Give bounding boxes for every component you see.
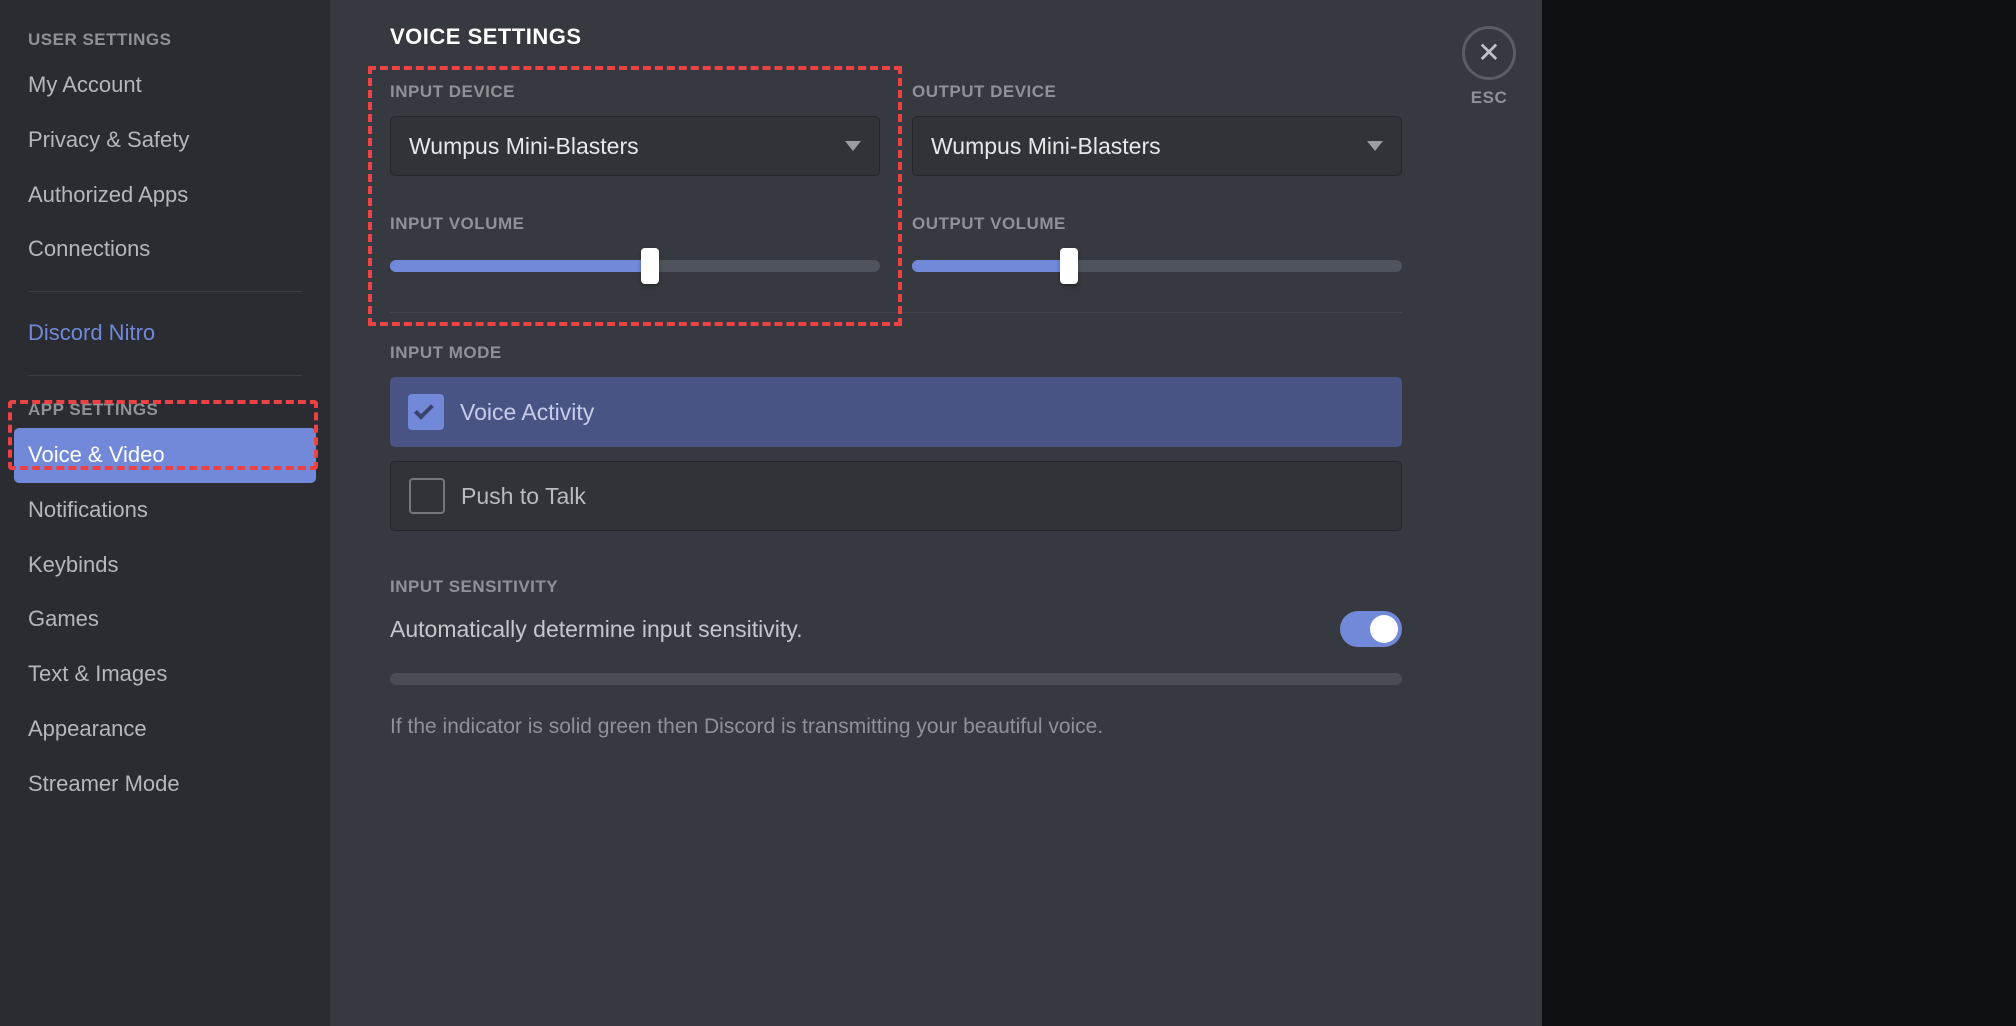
input-mode-voice-activity[interactable]: Voice Activity [390,377,1402,447]
sidebar-item-notifications[interactable]: Notifications [14,483,316,538]
checkbox-checked-icon [408,394,444,430]
input-mode-label: INPUT MODE [390,343,1402,363]
sidebar-item-my-account[interactable]: My Account [14,58,316,113]
sidebar-separator [28,375,302,376]
output-device-value: Wumpus Mini-Blasters [931,133,1161,160]
input-device-select[interactable]: Wumpus Mini-Blasters [390,116,880,176]
sidebar-heading-app: APP SETTINGS [14,390,316,428]
settings-content: VOICE SETTINGS INPUT DEVICE Wumpus Mini-… [330,0,1542,1026]
sidebar-item-privacy-safety[interactable]: Privacy & Safety [14,113,316,168]
page-title: VOICE SETTINGS [390,24,1402,50]
sidebar-item-streamer-mode[interactable]: Streamer Mode [14,757,316,812]
sensitivity-hint: If the indicator is solid green then Dis… [390,715,1402,739]
sidebar-item-keybinds[interactable]: Keybinds [14,538,316,593]
auto-sensitivity-desc: Automatically determine input sensitivit… [390,616,802,643]
auto-sensitivity-toggle[interactable] [1340,611,1402,647]
sidebar-item-authorized-apps[interactable]: Authorized Apps [14,168,316,223]
close-icon: ✕ [1477,39,1500,67]
input-device-label: INPUT DEVICE [390,82,880,102]
input-volume-label: INPUT VOLUME [390,214,880,234]
chevron-down-icon [845,141,861,151]
sidebar-item-connections[interactable]: Connections [14,222,316,277]
sidebar-separator [28,291,302,292]
output-volume-label: OUTPUT VOLUME [912,214,1402,234]
esc-label: ESC [1471,88,1507,108]
input-volume-slider[interactable] [390,248,880,284]
output-volume-slider[interactable] [912,248,1402,284]
input-device-value: Wumpus Mini-Blasters [409,133,639,160]
sidebar-item-games[interactable]: Games [14,592,316,647]
settings-sidebar: USER SETTINGS My Account Privacy & Safet… [0,0,330,1026]
blank-gutter [1542,0,2016,1026]
sidebar-item-discord-nitro[interactable]: Discord Nitro [14,306,316,361]
input-mode-voice-activity-label: Voice Activity [460,399,594,426]
input-mode-push-to-talk-label: Push to Talk [461,483,586,510]
output-device-select[interactable]: Wumpus Mini-Blasters [912,116,1402,176]
chevron-down-icon [1367,141,1383,151]
toggle-knob [1370,615,1398,643]
sidebar-item-voice-video[interactable]: Voice & Video [14,428,316,483]
output-device-label: OUTPUT DEVICE [912,82,1402,102]
sidebar-item-appearance[interactable]: Appearance [14,702,316,757]
checkbox-unchecked-icon [409,478,445,514]
close-button[interactable]: ✕ [1462,26,1516,80]
sidebar-heading-user: USER SETTINGS [14,20,316,58]
sensitivity-indicator [390,673,1402,685]
section-separator [390,312,1402,313]
sidebar-item-text-images[interactable]: Text & Images [14,647,316,702]
input-mode-push-to-talk[interactable]: Push to Talk [390,461,1402,531]
input-sensitivity-label: INPUT SENSITIVITY [390,577,1402,597]
